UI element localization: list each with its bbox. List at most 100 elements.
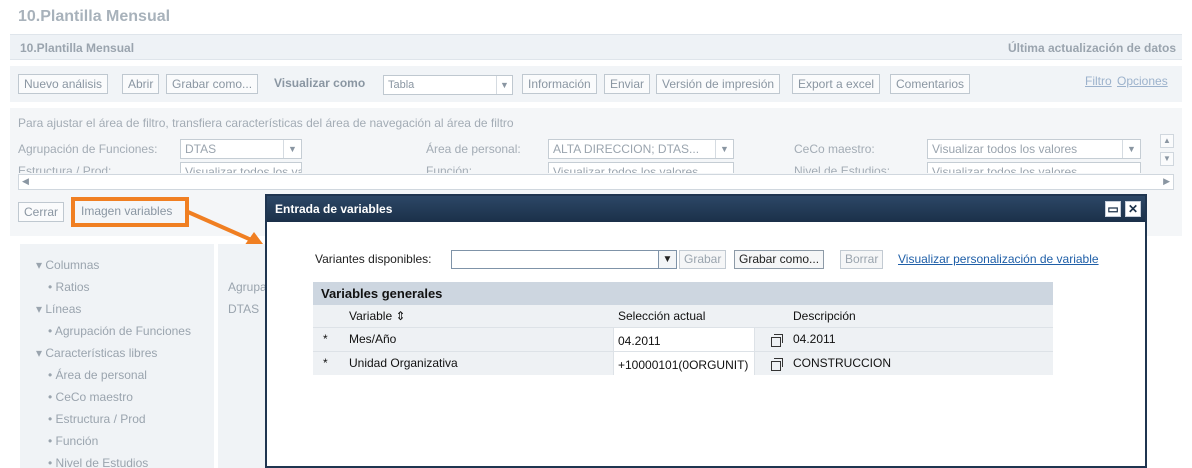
- nav-item-label: Nivel de Estudios: [55, 456, 149, 468]
- page-title: 10.Plantilla Mensual: [18, 8, 171, 25]
- comments-button[interactable]: Comentarios: [890, 74, 971, 94]
- selection-value: +10000101(0ORGUNIT): [618, 358, 749, 372]
- filter-value: Visualizar todos los valores: [185, 165, 301, 173]
- filter-value: Visualizar todos los valores: [932, 165, 1078, 173]
- information-button[interactable]: Información: [522, 74, 597, 94]
- nav-section-columns[interactable]: ▾ Columnas: [36, 258, 99, 272]
- nav-section-free-characteristics[interactable]: ▾ Características libres: [36, 346, 157, 360]
- variable-row: * Mes/Año 04.2011 04.2011: [313, 327, 1053, 351]
- report-header-bar: 10.Plantilla Mensual Última actualizació…: [10, 34, 1182, 60]
- nav-section-label: Columnas: [45, 258, 100, 272]
- save-variant-button[interactable]: Grabar: [679, 250, 727, 269]
- scroll-right-icon[interactable]: ▶: [1163, 176, 1170, 187]
- maximize-icon[interactable]: ▭: [1105, 201, 1121, 217]
- nav-item-label: Área de personal: [55, 368, 147, 382]
- filter-label-function: Función:: [426, 164, 473, 173]
- filter-value: Visualizar todos los valores: [932, 142, 1078, 156]
- open-button[interactable]: Abrir: [122, 74, 160, 94]
- nav-item-ceco[interactable]: • CeCo maestro: [48, 390, 133, 404]
- variables-column-header: Variable ⇕ Selección actual Descripción: [313, 305, 1053, 327]
- sort-icon: ⇕: [395, 309, 406, 323]
- selection-input[interactable]: 04.2011: [613, 328, 755, 351]
- nav-item-structure[interactable]: • Estructura / Prod: [48, 412, 146, 426]
- description-value: 04.2011: [793, 332, 836, 346]
- filter-label-study-level: Nivel de Estudios:: [794, 164, 891, 173]
- report-title: 10.Plantilla Mensual: [20, 41, 135, 55]
- variables-group-title: Variables generales: [321, 286, 443, 301]
- nav-section-label: Líneas: [45, 302, 82, 316]
- column-variable-label: Variable: [349, 309, 393, 323]
- table-preview-header: Agrupa: [228, 280, 267, 294]
- variable-row: * Unidad Organizativa +10000101(0ORGUNIT…: [313, 351, 1053, 375]
- column-variable[interactable]: Variable ⇕: [349, 309, 406, 323]
- filter-select-function-group[interactable]: DTAS ▼: [180, 139, 302, 159]
- filter-hint: Para ajustar el área de filtro, transfie…: [18, 116, 514, 130]
- nav-item-function[interactable]: • Función: [48, 434, 98, 448]
- chevron-down-icon: ▼: [1122, 140, 1140, 158]
- horizontal-scrollbar[interactable]: ◀ ▶: [18, 174, 1174, 190]
- chevron-down-icon: ▼: [715, 140, 733, 158]
- filter-label-ceco: CeCo maestro:: [794, 142, 875, 156]
- filter-label-personnel-area: Área de personal:: [426, 142, 521, 156]
- delete-variant-button[interactable]: Borrar: [840, 250, 884, 269]
- nav-item-study-level[interactable]: • Nivel de Estudios: [48, 456, 148, 468]
- description-value: CONSTRUCCION: [793, 356, 891, 370]
- personalize-variable-link[interactable]: Visualizar personalización de variable: [898, 252, 1099, 266]
- close-button[interactable]: Cerrar: [18, 202, 65, 222]
- nav-item-label: Función: [55, 434, 99, 448]
- filter-value: DTAS: [185, 142, 217, 156]
- filter-row-2-clipped: Estructura / Prod: Visualizar todos los …: [18, 162, 1148, 173]
- chevron-down-icon: ▼: [496, 76, 512, 94]
- variable-name: Unidad Organizativa: [349, 356, 458, 370]
- visualize-as-value: Tabla: [388, 79, 415, 91]
- nav-item-label: Ratios: [55, 280, 90, 294]
- export-excel-button[interactable]: Export a excel: [792, 74, 881, 94]
- close-icon[interactable]: ✕: [1125, 201, 1141, 217]
- nav-section-lines[interactable]: ▾ Líneas: [36, 302, 81, 316]
- filter-label-structure: Estructura / Prod:: [18, 164, 112, 173]
- variants-select[interactable]: ▼: [451, 250, 677, 269]
- nav-item-label: Agrupación de Funciones: [54, 324, 191, 338]
- scroll-down-icon[interactable]: ▼: [1160, 152, 1174, 166]
- scroll-up-icon[interactable]: ▲: [1160, 134, 1174, 148]
- filter-select-personnel-area[interactable]: ALTA DIRECCION; DTAS... ▼: [548, 139, 734, 159]
- value-help-icon[interactable]: [771, 358, 783, 371]
- variables-group-header: Variables generales: [313, 282, 1053, 305]
- filter-select-function[interactable]: Visualizar todos los valores: [548, 162, 734, 173]
- chevron-down-icon: ▼: [283, 140, 301, 158]
- filter-select-ceco[interactable]: Visualizar todos los valores ▼: [927, 139, 1141, 159]
- column-selection: Selección actual: [618, 309, 706, 323]
- selection-input[interactable]: +10000101(0ORGUNIT): [613, 352, 755, 375]
- nav-item-label: CeCo maestro: [55, 390, 133, 404]
- nav-section-label: Características libres: [45, 346, 158, 360]
- chevron-down-icon: ▼: [658, 251, 676, 268]
- table-preview-cell: DTAS: [228, 302, 260, 316]
- variants-label: Variantes disponibles:: [315, 252, 432, 266]
- print-version-button[interactable]: Versión de impresión: [656, 74, 781, 94]
- selection-value: 04.2011: [618, 334, 661, 348]
- nav-item-ratios[interactable]: • Ratios: [48, 280, 90, 294]
- visualize-as-select[interactable]: Tabla ▼: [383, 75, 513, 95]
- dialog-titlebar[interactable]: Entrada de variables ▭ ✕: [267, 196, 1145, 222]
- table-preview: [218, 244, 268, 468]
- highlight-box: [71, 197, 189, 227]
- save-variant-as-button[interactable]: Grabar como...: [734, 250, 825, 269]
- nav-item-label: Estructura / Prod: [55, 412, 146, 426]
- last-update-label: Última actualización de datos: [1007, 41, 1176, 55]
- scroll-left-icon[interactable]: ◀: [22, 176, 29, 187]
- filter-select-structure[interactable]: Visualizar todos los valores: [180, 162, 302, 173]
- new-analysis-button[interactable]: Nuevo análisis: [18, 74, 109, 94]
- filter-label-function-group: Agrupación de Funciones:: [18, 142, 158, 156]
- nav-item-function-group[interactable]: • Agrupación de Funciones: [48, 324, 191, 338]
- required-marker: *: [323, 356, 328, 370]
- required-marker: *: [323, 332, 328, 346]
- options-link[interactable]: Opciones: [1117, 74, 1168, 88]
- filter-value: ALTA DIRECCION; DTAS...: [553, 142, 700, 156]
- save-as-button[interactable]: Grabar como...: [166, 74, 259, 94]
- variable-name: Mes/Año: [349, 332, 397, 346]
- filter-select-study-level[interactable]: Visualizar todos los valores: [927, 162, 1141, 173]
- filter-link[interactable]: Filtro: [1085, 74, 1112, 88]
- value-help-icon[interactable]: [771, 334, 783, 347]
- nav-item-personnel-area[interactable]: • Área de personal: [48, 368, 147, 382]
- send-button[interactable]: Enviar: [604, 74, 651, 94]
